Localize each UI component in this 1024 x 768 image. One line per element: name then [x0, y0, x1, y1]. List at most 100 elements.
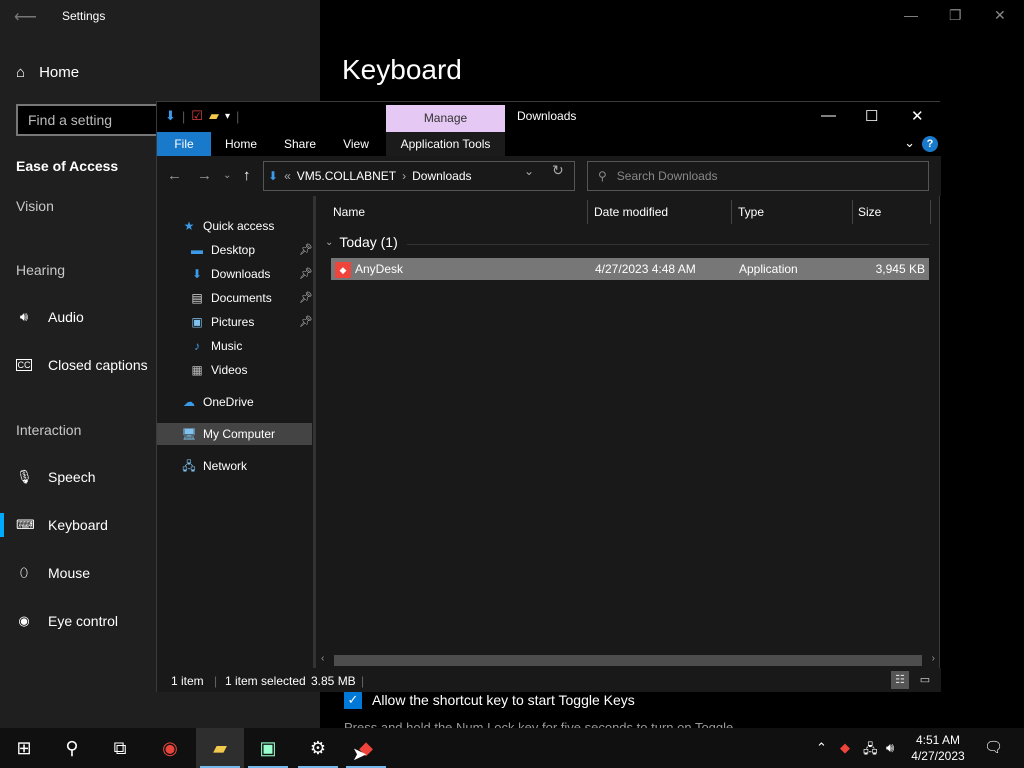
help-icon[interactable]: ? — [922, 136, 938, 152]
breadcrumb-root[interactable]: VM5.COLLABNET — [297, 169, 396, 183]
scrollbar-thumb[interactable] — [334, 655, 922, 666]
expand-ribbon-icon[interactable]: ⌄ — [904, 135, 915, 151]
chrome-icon[interactable]: ◉ — [146, 728, 194, 768]
up-arrow-icon[interactable]: ↑ — [243, 167, 251, 184]
document-icon: ▤ — [191, 291, 203, 305]
overflow-chevron[interactable]: « — [284, 169, 291, 183]
navigation-pane-scrollbar[interactable] — [313, 196, 316, 668]
details-view-icon[interactable]: ☷ — [891, 671, 909, 689]
minimize-icon[interactable]: — — [821, 107, 836, 124]
cc-icon: CC — [16, 359, 32, 371]
settings-search-input[interactable]: Find a setting — [16, 104, 176, 136]
home-icon: ⌂ — [16, 64, 26, 81]
status-selected-size: 3.85 MB — [311, 674, 356, 688]
back-arrow-icon[interactable]: ← — [167, 167, 182, 184]
nav-item-pictures[interactable]: ▣ Pictures 📌︎ — [189, 311, 313, 333]
large-icons-view-icon[interactable]: ▭ — [916, 671, 934, 689]
new-folder-icon[interactable]: ▰ — [209, 108, 219, 124]
task-view-icon[interactable]: ⧉ — [96, 728, 144, 768]
settings-home-link[interactable]: ⌂ Home — [16, 64, 79, 81]
pin-icon[interactable]: 📌︎ — [299, 263, 313, 285]
nav-item-label: Music — [211, 339, 243, 353]
star-icon: ★ — [183, 219, 195, 233]
nav-item-onedrive[interactable]: ☁ OneDrive — [181, 391, 254, 413]
tab-application-tools[interactable]: Application Tools — [386, 132, 505, 156]
anydesk-tray-icon[interactable]: ◆ — [840, 740, 850, 756]
address-dropdown-icon[interactable]: ⌄ — [524, 164, 534, 178]
column-header-date[interactable]: Date modified — [594, 200, 668, 224]
notification-icon[interactable]: 🗨︎ — [984, 738, 1003, 756]
window-title: Downloads — [517, 109, 577, 123]
nav-item-label: Quick access — [203, 219, 275, 233]
nav-item-keyboard[interactable]: ⌨ Keyboard — [0, 513, 108, 537]
nav-item-quick-access[interactable]: ★ Quick access — [181, 215, 275, 237]
file-explorer-icon[interactable]: ▰ — [196, 728, 244, 768]
nav-item-downloads[interactable]: ⬇ Downloads 📌︎ — [189, 263, 313, 285]
tab-view[interactable]: View — [335, 132, 377, 156]
nav-item-label: My Computer — [203, 427, 276, 441]
nav-item-closed-captions[interactable]: CC Closed captions — [16, 357, 148, 373]
group-hearing: Hearing — [16, 262, 66, 278]
file-row[interactable]: ◆ AnyDesk 4/27/2023 4:48 AM Application … — [331, 258, 929, 280]
tab-share[interactable]: Share — [277, 132, 323, 156]
toggle-keys-shortcut-checkbox[interactable]: ✓ Allow the shortcut key to start Toggle… — [344, 691, 635, 709]
nav-item-label: Network — [203, 459, 248, 473]
nav-item-mouse[interactable]: ⬯ Mouse — [16, 565, 90, 581]
checkbox-label: Allow the shortcut key to start Toggle K… — [372, 692, 635, 708]
show-hidden-icons-icon[interactable]: ⌃ — [816, 740, 827, 756]
tab-home[interactable]: Home — [219, 132, 263, 156]
tab-file[interactable]: File — [157, 132, 211, 156]
pin-icon[interactable]: 📌︎ — [299, 311, 313, 333]
group-header-today[interactable]: ⌄ Today (1) — [325, 234, 398, 250]
cloud-icon: ☁ — [183, 395, 195, 409]
nav-item-network[interactable]: 🖧︎ Network — [181, 455, 247, 477]
tab-manage[interactable]: Manage — [386, 105, 505, 132]
nav-item-label: Videos — [211, 363, 248, 377]
status-item-count: 1 item — [171, 674, 204, 688]
start-windows-icon[interactable]: ⊞ — [0, 728, 48, 768]
search-icon[interactable]: ⚲ — [48, 728, 96, 768]
nav-item-music[interactable]: ♪ Music — [189, 335, 242, 357]
settings-gear-icon[interactable]: ⚙ — [294, 728, 342, 768]
clock-date: 4/27/2023 — [911, 749, 965, 763]
nav-item-desktop[interactable]: ▬ Desktop 📌︎ — [189, 239, 313, 261]
pin-icon[interactable]: 📌︎ — [299, 287, 313, 309]
navigation-pane: ★ Quick access ▬ Desktop 📌︎ ⬇ Downloads … — [157, 196, 313, 668]
ribbon-tabs: File Home Share View Application Tools ⌄… — [157, 132, 941, 156]
volume-icon[interactable]: 🔊︎ — [886, 740, 894, 756]
column-header-size[interactable]: Size — [858, 200, 881, 224]
properties-icon[interactable]: ☑ — [191, 108, 203, 124]
nav-item-documents[interactable]: ▤ Documents 📌︎ — [189, 287, 313, 309]
forward-arrow-icon[interactable]: → — [197, 167, 212, 184]
close-icon[interactable]: ✕ — [994, 7, 1006, 24]
restore-icon[interactable]: ❐ — [949, 7, 962, 24]
customize-toolbar-icon[interactable]: ▾ — [225, 111, 230, 122]
maximize-icon[interactable]: ☐ — [865, 107, 878, 125]
close-icon[interactable]: ✕ — [911, 107, 924, 125]
scroll-left-icon[interactable]: ‹ — [321, 653, 324, 664]
breadcrumb-folder[interactable]: Downloads — [412, 169, 471, 183]
file-list: Name Date modified Type Size ⌄ Today (1)… — [319, 196, 937, 668]
nav-item-videos[interactable]: ▦ Videos — [189, 359, 247, 381]
column-header-name[interactable]: Name — [333, 200, 365, 224]
nav-item-label: Downloads — [211, 267, 271, 281]
refresh-icon[interactable]: ↻ — [552, 162, 564, 179]
app-window-icon[interactable]: ▣ — [244, 728, 292, 768]
nav-item-eye-control[interactable]: ◉ Eye control — [16, 613, 118, 629]
column-header-type[interactable]: Type — [738, 200, 764, 224]
mouse-icon: ⬯ — [19, 565, 29, 580]
horizontal-scrollbar[interactable]: ‹ › — [319, 653, 937, 668]
nav-item-speech[interactable]: 🎙︎ Speech — [16, 469, 95, 485]
scroll-right-icon[interactable]: › — [932, 653, 935, 664]
back-arrow-icon[interactable]: ⟵ — [14, 7, 37, 27]
pin-icon[interactable]: 📌︎ — [299, 239, 313, 261]
nav-item-audio[interactable]: 🔊︎ Audio — [16, 309, 84, 325]
recent-locations-icon[interactable]: ⌄ — [223, 170, 231, 181]
search-placeholder: Search Downloads — [616, 169, 718, 183]
network-tray-icon[interactable]: 🖧︎ — [863, 740, 878, 762]
clock[interactable]: 4:51 AM 4/27/2023 — [908, 732, 968, 764]
nav-item-my-computer[interactable]: 🖥︎ My Computer — [157, 423, 312, 445]
search-input[interactable]: ⚲ Search Downloads — [587, 161, 929, 191]
minimize-icon[interactable]: — — [904, 7, 918, 23]
toggle-keys-description: Press and hold the Num Lock key for five… — [344, 720, 734, 728]
